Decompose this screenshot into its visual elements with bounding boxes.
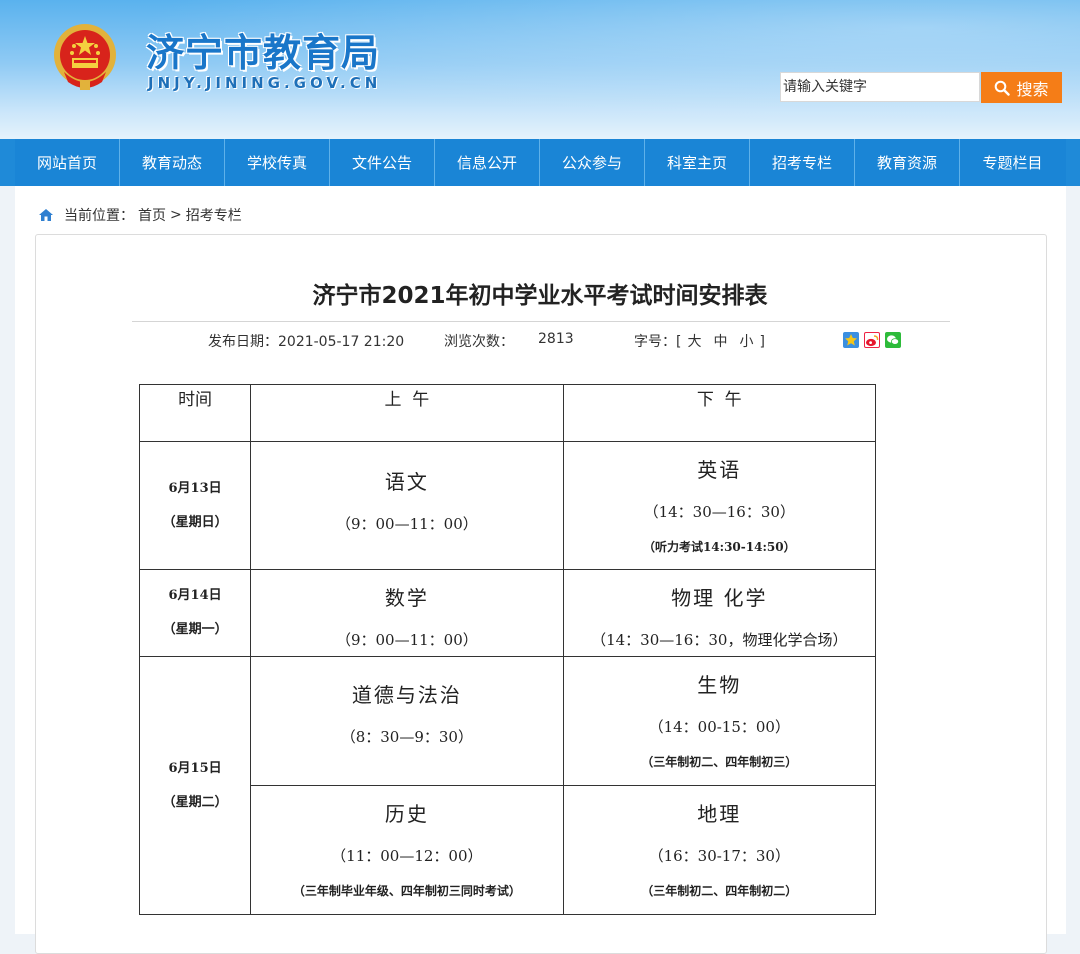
exam-time: （9：00—11：00）: [335, 631, 478, 649]
exam-time: （16：30-17：30）: [648, 847, 790, 865]
subject-name: 英语: [697, 458, 742, 482]
nav-item-schools[interactable]: 学校传真: [225, 139, 330, 186]
fontsize-label: 字号：: [634, 334, 676, 350]
date-cell: 6月13日 （星期日）: [138, 441, 252, 570]
nav-item-admissions[interactable]: 招考专栏: [750, 139, 855, 186]
subject-name: 语文: [384, 470, 429, 494]
exam-schedule-table: 时间 上 午 下 午 6月13日 （星期日） 语文 （9：00—11：00） 英…: [138, 384, 877, 915]
nav-item-departments[interactable]: 科室主页: [645, 139, 750, 186]
exam-time: （8：30—9：30）: [340, 728, 473, 746]
table-header-row: 时间 上 午 下 午: [138, 384, 877, 442]
font-size-control: 字号：[ 大中小]: [634, 331, 765, 351]
breadcrumb-current-link[interactable]: 招考专栏: [186, 205, 242, 225]
table-row: 6月14日 （星期一） 数学 （9：00—11：00） 物理 化学 （14：30…: [138, 569, 877, 657]
main-nav: 网站首页 教育动态 学校传真 文件公告 信息公开 公众参与 科室主页 招考专栏 …: [0, 139, 1080, 186]
pm-exam-cell: 生物 （14：00-15：00） （三年制初二、四年制初三）: [562, 656, 877, 786]
weekday: （星期二）: [162, 794, 228, 810]
search-icon: [995, 80, 1011, 96]
table-row: 历史 （11：00—12：00） （三年制毕业年级、四年制初三同时考试） 地理 …: [140, 785, 877, 915]
subject-name: 历史: [384, 802, 429, 826]
search-button-label: 搜索: [1016, 79, 1049, 99]
weekday: （星期一）: [162, 622, 228, 637]
font-size-medium-link[interactable]: 中: [713, 334, 727, 350]
qzone-share-icon[interactable]: [843, 332, 859, 348]
table-row: 6月15日 （星期二） 道德与法治 （8：30—9：30） 生物 （14：00-…: [138, 656, 877, 915]
nav-item-resources[interactable]: 教育资源: [855, 139, 960, 186]
nav-item-topics[interactable]: 专题栏目: [960, 139, 1065, 186]
am-exam-cell: 数学 （9：00—11：00）: [250, 569, 564, 657]
nav-item-disclosure[interactable]: 信息公开: [435, 139, 540, 186]
date: 6月14日: [168, 588, 222, 603]
publish-date: 发布日期：2021-05-17 21:20: [208, 331, 404, 351]
breadcrumb-separator: >: [170, 207, 182, 223]
pm-exam-cell: 物理 化学 （14：30—16：30，物理化学合场）: [562, 569, 877, 657]
views-label: 浏览次数：: [444, 334, 514, 350]
search-input[interactable]: [780, 72, 980, 102]
nav-item-home[interactable]: 网站首页: [15, 139, 120, 186]
exam-note: （三年制初二、四年制初二）: [641, 884, 798, 898]
header-am: 上 午: [250, 384, 564, 442]
publish-label: 发布日期：: [208, 334, 278, 350]
date: 6月15日: [168, 760, 222, 776]
fontsize-open-bracket: [: [676, 334, 682, 350]
date-cell: 6月15日 （星期二）: [138, 656, 252, 915]
breadcrumb-home-link[interactable]: 首页: [138, 205, 166, 225]
date: 6月13日: [168, 480, 222, 496]
font-size-small-link[interactable]: 小: [739, 334, 753, 350]
subject-name: 数学: [384, 586, 429, 610]
am-exam-cell: 历史 （11：00—12：00） （三年制毕业年级、四年制初三同时考试）: [250, 785, 564, 915]
subject-name: 地理: [697, 802, 742, 826]
exam-note: （三年制毕业年级、四年制初三同时考试）: [292, 884, 521, 898]
article-title: 济宁市2021年初中学业水平考试时间安排表: [312, 283, 768, 309]
header-time: 时间: [138, 384, 252, 442]
breadcrumb: 当前位置： 首页 > 招考专栏: [38, 204, 242, 226]
table-row: 6月13日 （星期日） 语文 （9：00—11：00） 英语 （14：30—16…: [138, 441, 877, 570]
am-exam-cell: 道德与法治 （8：30—9：30）: [250, 656, 564, 786]
header-pm: 下 午: [562, 384, 877, 442]
font-size-large-link[interactable]: 大: [687, 334, 701, 350]
date-cell: 6月14日 （星期一）: [138, 569, 252, 657]
weibo-share-icon[interactable]: [864, 332, 880, 348]
am-exam-cell: 语文 （9：00—11：00）: [250, 441, 564, 570]
exam-note: （三年制初二、四年制初三）: [641, 755, 798, 769]
subject-name: 生物: [697, 673, 742, 697]
publish-value: 2021-05-17 21:20: [278, 334, 405, 350]
exam-time: （11：00—12：00）: [331, 847, 483, 865]
search-button[interactable]: 搜索: [981, 72, 1062, 103]
site-title: 济宁市教育局: [146, 31, 381, 75]
title-divider: [132, 321, 950, 322]
nav-item-news[interactable]: 教育动态: [120, 139, 225, 186]
weekday: （星期日）: [162, 514, 228, 530]
national-emblem-icon: [54, 24, 116, 90]
wechat-share-icon[interactable]: [885, 332, 901, 348]
exam-time: （9：00—11：00）: [335, 515, 478, 533]
home-icon: [39, 209, 53, 221]
pm-exam-cell: 地理 （16：30-17：30） （三年制初二、四年制初二）: [562, 785, 877, 915]
subject-name: 道德与法治: [351, 683, 462, 707]
site-domain: JNJY.JINING.GOV.CN: [148, 74, 382, 92]
exam-time: （14：30—16：30）: [643, 503, 795, 521]
fontsize-close-bracket: ]: [759, 334, 765, 350]
exam-note: （听力考试14:30-14:50）: [642, 540, 796, 554]
subject-name: 物理 化学: [671, 586, 768, 610]
exam-time: （14：30—16：30，物理化学合场）: [591, 631, 848, 649]
nav-item-public[interactable]: 公众参与: [540, 139, 645, 186]
pm-exam-cell: 英语 （14：30—16：30） （听力考试14:30-14:50）: [562, 441, 877, 570]
share-buttons: [843, 332, 901, 348]
exam-time: （14：00-15：00）: [648, 718, 790, 736]
view-count: 浏览次数：: [444, 331, 514, 351]
views-value: 2813: [538, 331, 574, 347]
breadcrumb-prefix: 当前位置：: [64, 208, 134, 224]
nav-item-notices[interactable]: 文件公告: [330, 139, 435, 186]
